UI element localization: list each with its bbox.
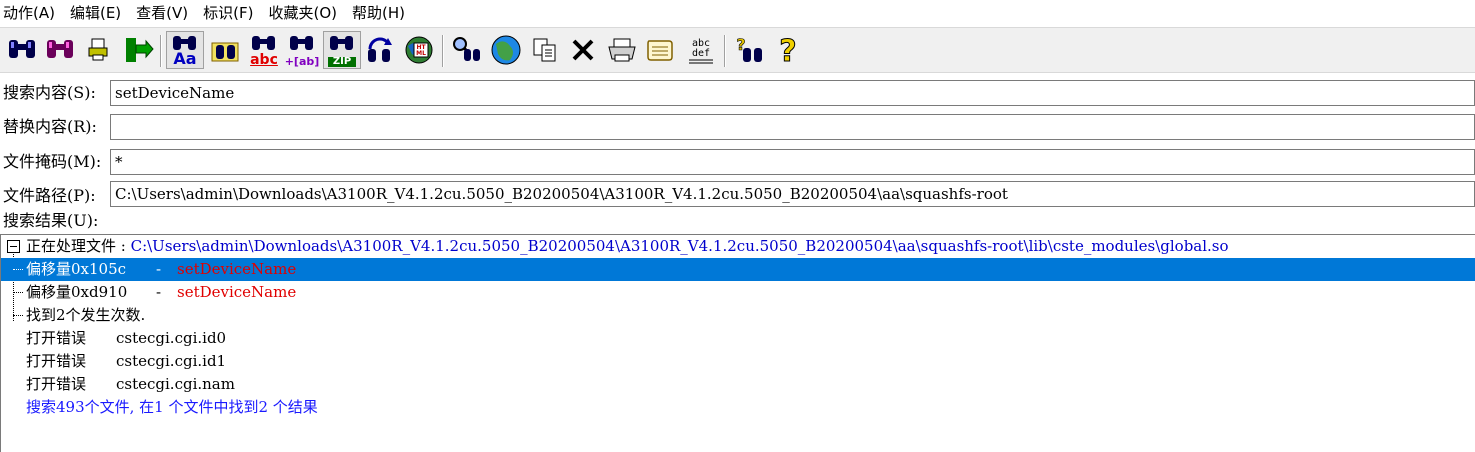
html-globe-icon[interactable]: HT ML — [402, 32, 438, 68]
delete-icon[interactable] — [565, 32, 601, 68]
toolbar-separator — [724, 35, 726, 67]
find-file-icon[interactable] — [448, 32, 484, 68]
menu-flag[interactable]: 标识(F) — [203, 2, 253, 23]
abc-def-icon[interactable]: abc def — [683, 32, 719, 68]
spell-icon[interactable]: abc — [246, 32, 282, 68]
search-folder-icon[interactable] — [208, 32, 244, 68]
globe-icon[interactable] — [488, 32, 524, 68]
file-mask-input[interactable] — [110, 149, 1475, 175]
error-row[interactable]: 打开错误 cstecgi.cgi.id0 — [1, 327, 1475, 350]
match-separator: - — [156, 260, 162, 278]
binoculars-color-icon[interactable] — [42, 32, 78, 68]
replace-icon[interactable]: +[ab] — [284, 32, 320, 68]
error-row[interactable]: 打开错误 cstecgi.cgi.id1 — [1, 350, 1475, 373]
match-text: setDeviceName — [177, 283, 297, 301]
results-label: 搜索结果(U): — [3, 211, 99, 230]
svg-text:def: def — [692, 48, 710, 59]
error-row[interactable]: 打开错误 cstecgi.cgi.nam — [1, 373, 1475, 396]
binoculars-icon[interactable] — [4, 32, 40, 68]
error-file: cstecgi.cgi.nam — [116, 375, 235, 393]
svg-text:?: ? — [779, 34, 796, 66]
menu-edit[interactable]: 编辑(E) — [70, 2, 121, 23]
error-file: cstecgi.cgi.id1 — [116, 352, 227, 370]
search-label: 搜索内容(S): — [3, 83, 96, 102]
tree-node-processing[interactable]: 正在处理文件 : C:\Users\admin\Downloads\A3100R… — [1, 235, 1475, 258]
error-label: 打开错误 — [26, 375, 87, 393]
toolbar-separator — [442, 35, 444, 67]
toolbar: Aa abc +[ab] ZIP HT ML abc def ? ? — [0, 27, 1475, 73]
toolbar-separator — [160, 35, 162, 67]
replace-input[interactable] — [110, 114, 1475, 140]
match-offset: 偏移量0xd910 — [26, 283, 128, 301]
exit-icon[interactable] — [120, 32, 156, 68]
error-file: cstecgi.cgi.id0 — [116, 329, 227, 347]
match-separator: - — [156, 283, 162, 301]
help-icon[interactable]: ? — [770, 32, 806, 68]
match-text: setDeviceName — [177, 260, 297, 278]
file-path-input[interactable] — [110, 181, 1475, 207]
results-tree[interactable]: 正在处理文件 : C:\Users\admin\Downloads\A3100R… — [0, 234, 1475, 452]
svg-text:ML: ML — [416, 50, 426, 57]
collapse-icon[interactable] — [7, 240, 20, 253]
menu-help[interactable]: 帮助(H) — [352, 2, 405, 23]
found-count: 找到2个发生次数. — [26, 306, 146, 324]
menu-action[interactable]: 动作(A) — [3, 2, 55, 23]
binoculars-arrow-icon[interactable] — [362, 32, 398, 68]
file-mask-label: 文件掩码(M): — [3, 152, 102, 171]
summary-row[interactable]: 搜索493个文件, 在1 个文件中找到2 个结果 — [1, 396, 1475, 419]
match-case-icon[interactable]: Aa — [166, 31, 204, 69]
menu-favorites[interactable]: 收藏夹(O) — [268, 2, 337, 23]
search-input[interactable] — [110, 80, 1475, 106]
processing-prefix: 正在处理文件 : — [26, 237, 131, 255]
printer-icon[interactable] — [604, 32, 640, 68]
match-offset: 偏移量0x105c — [26, 260, 127, 278]
menu-bar: 动作(A) 编辑(E) 查看(V) 标识(F) 收藏夹(O) 帮助(H) — [0, 0, 1475, 24]
file-path-label: 文件路径(P): — [3, 186, 96, 205]
error-label: 打开错误 — [26, 352, 87, 370]
replace-label: 替换内容(R): — [3, 117, 97, 136]
help-find-icon[interactable]: ? — [731, 32, 767, 68]
search-summary: 搜索493个文件, 在1 个文件中找到2 个结果 — [26, 398, 318, 416]
zip-icon[interactable]: ZIP — [323, 31, 361, 69]
copy-icon[interactable] — [527, 32, 563, 68]
tree-item-count[interactable]: 找到2个发生次数. — [1, 304, 1475, 327]
tree-item-match[interactable]: 偏移量0x105c - setDeviceName — [1, 258, 1475, 281]
scroll-icon[interactable] — [642, 32, 678, 68]
menu-view[interactable]: 查看(V) — [136, 2, 188, 23]
processing-path: C:\Users\admin\Downloads\A3100R_V4.1.2cu… — [130, 237, 1229, 255]
tree-item-match[interactable]: 偏移量0xd910 - setDeviceName — [1, 281, 1475, 304]
print-icon[interactable] — [82, 32, 118, 68]
error-label: 打开错误 — [26, 329, 87, 347]
